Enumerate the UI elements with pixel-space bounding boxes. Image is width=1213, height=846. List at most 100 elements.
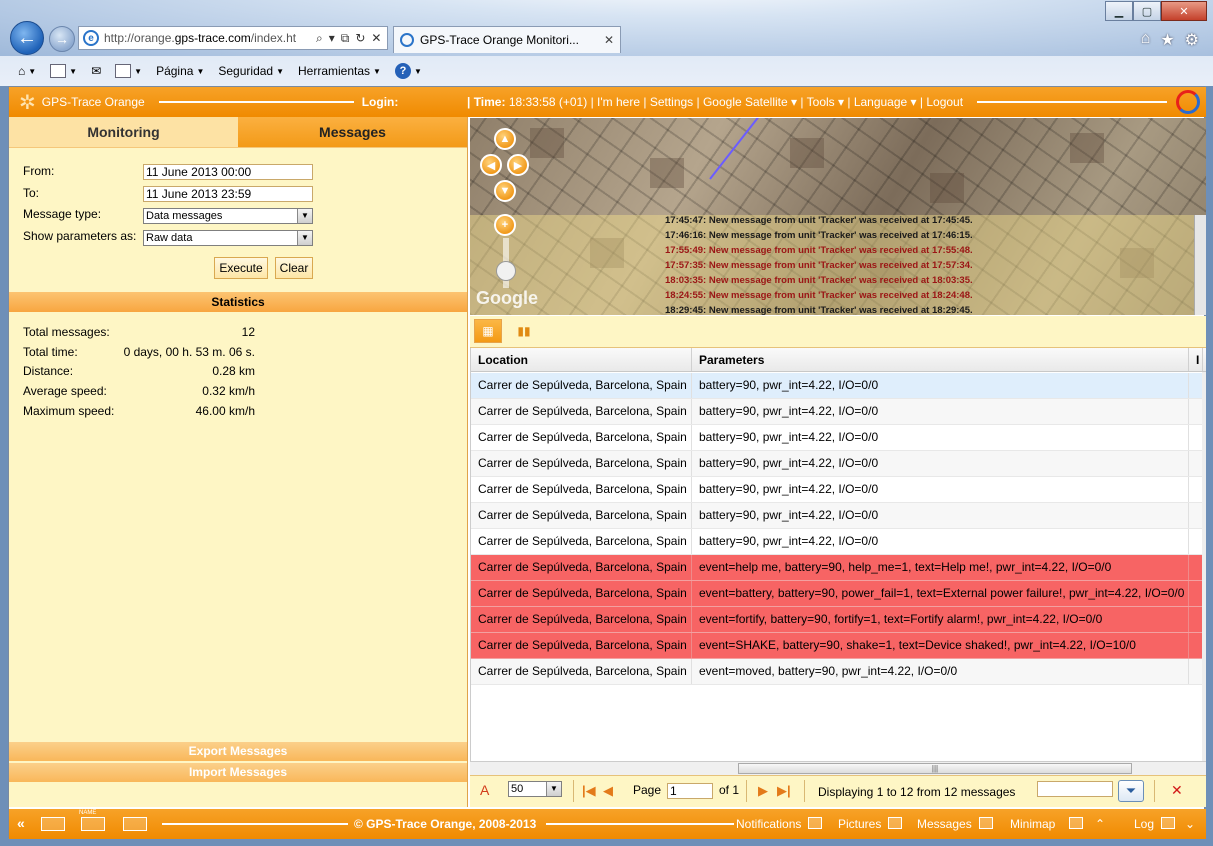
table-row[interactable]: Carrer de Sepúlveda, Barcelona, Spain eve… [471, 659, 1203, 685]
dropdown-icon[interactable]: ▾ [329, 31, 335, 46]
tab-favicon [400, 33, 414, 47]
to-input[interactable]: 11 June 2013 23:59 [143, 186, 313, 202]
column-location[interactable]: Location [471, 348, 692, 371]
next-page-icon[interactable]: ▶ [758, 783, 768, 799]
from-label: From: [23, 164, 55, 178]
cell-more [1189, 425, 1203, 450]
zoom-slider-handle[interactable] [496, 261, 516, 281]
table-row[interactable]: Carrer de Sepúlveda, Barcelona, Spain bat… [471, 425, 1203, 451]
log-icon[interactable] [1161, 817, 1175, 829]
pan-right-icon[interactable]: ▶ [507, 154, 529, 176]
home-icon[interactable]: ⌂ [1141, 30, 1151, 50]
maximize-button[interactable]: ▢ [1133, 1, 1161, 21]
favorites-icon[interactable]: ★ [1160, 30, 1174, 50]
settings-gear-icon[interactable]: ⚙ [1185, 30, 1199, 50]
first-page-icon[interactable]: |◀ [582, 783, 596, 799]
browser-tab[interactable]: GPS-Trace Orange Monitori... ✕ [393, 26, 621, 53]
feeds-menu[interactable]: ▼ [46, 64, 81, 78]
grid-filter-input[interactable] [1037, 781, 1113, 797]
link-minimap[interactable]: Minimap [1010, 817, 1055, 831]
column-parameters[interactable]: Parameters [692, 348, 1189, 371]
address-bar[interactable]: e http://orange.gps-trace.com/index.ht ⌕… [78, 26, 388, 50]
tab-monitoring[interactable]: Monitoring [9, 117, 238, 147]
link-log[interactable]: Log [1134, 817, 1154, 831]
zoom-in-icon[interactable]: + [494, 214, 516, 236]
table-row[interactable]: Carrer de Sepúlveda, Barcelona, Spain eve… [471, 633, 1203, 659]
pictures-icon[interactable] [888, 817, 902, 829]
log-line: 18:29:45: New message from unit 'Tracker… [665, 305, 973, 315]
close-window-button[interactable]: ✕ [1161, 1, 1207, 21]
table-row[interactable]: Carrer de Sepúlveda, Barcelona, Spain bat… [471, 529, 1203, 555]
menu-herramientas[interactable]: Herramientas ▼ [294, 64, 385, 78]
message-type-select[interactable]: Data messages ▼ [143, 208, 313, 224]
link-im-here[interactable]: I'm here [597, 95, 640, 109]
execute-button[interactable]: Execute [214, 257, 268, 279]
forward-button[interactable]: → [49, 26, 75, 52]
show-params-select[interactable]: Raw data ▼ [143, 230, 313, 246]
minimap-icon[interactable] [1069, 817, 1083, 829]
menu-seguridad[interactable]: Seguridad ▼ [214, 64, 288, 78]
notifications-icon[interactable] [808, 817, 822, 829]
print-menu[interactable]: ▼ [111, 64, 146, 78]
table-row[interactable]: Carrer de Sepúlveda, Barcelona, Spain eve… [471, 607, 1203, 633]
compat-view-icon[interactable]: ⧉ [341, 31, 350, 46]
page-size-select[interactable]: 50 ▼ [508, 781, 562, 797]
back-button[interactable]: ← [10, 21, 44, 55]
stop-icon[interactable]: ✕ [371, 31, 381, 46]
link-google-satellite[interactable]: Google Satellite [703, 95, 788, 109]
home-menu[interactable]: ⌂ ▼ [14, 64, 40, 78]
link-language[interactable]: Language [854, 95, 907, 109]
table-row[interactable]: Carrer de Sepúlveda, Barcelona, Spain eve… [471, 555, 1203, 581]
clear-button[interactable]: Clear [275, 257, 313, 279]
mail-menu[interactable]: ✉ [87, 64, 105, 78]
link-settings[interactable]: Settings [650, 95, 693, 109]
import-messages-button[interactable]: Import Messages [9, 763, 467, 782]
table-row[interactable]: Carrer de Sepúlveda, Barcelona, Spain bat… [471, 503, 1203, 529]
link-pictures[interactable]: Pictures [838, 817, 881, 831]
log-scrollbar[interactable] [1194, 215, 1206, 315]
help-menu[interactable]: ? ▼ [391, 63, 426, 79]
font-size-icon[interactable]: A [480, 782, 489, 798]
table-view-icon[interactable]: ▦ [474, 319, 502, 343]
link-notifications[interactable]: Notifications [736, 817, 801, 831]
search-icon[interactable]: ⌕ [316, 31, 323, 46]
scrollbar-thumb[interactable]: ||| [738, 763, 1132, 774]
filter-icon[interactable]: ⏷ [1118, 780, 1144, 802]
table-row[interactable]: Carrer de Sepúlveda, Barcelona, Spain bat… [471, 373, 1203, 399]
last-page-icon[interactable]: ▶| [777, 783, 791, 799]
login-label: Login: [361, 95, 399, 109]
pan-down-icon[interactable]: ▼ [494, 180, 516, 202]
address-url[interactable]: http://orange.gps-trace.com/index.ht [104, 31, 314, 45]
tab-close-icon[interactable]: ✕ [604, 33, 614, 47]
minimize-button[interactable]: ▁ [1105, 1, 1133, 21]
menu-pagina[interactable]: Página ▼ [152, 64, 208, 78]
table-row[interactable]: Carrer de Sepúlveda, Barcelona, Spain bat… [471, 399, 1203, 425]
satellite-map[interactable]: ▲ ◀ ▶ ▼ 17:45:47: New message from unit … [470, 118, 1206, 315]
prev-page-icon[interactable]: ◀ [603, 783, 613, 799]
expand-up-icon[interactable]: ⌃ [1095, 817, 1105, 831]
clear-filter-icon[interactable]: ✕ [1171, 782, 1183, 799]
table-row[interactable]: Carrer de Sepúlveda, Barcelona, Spain bat… [471, 477, 1203, 503]
chart-view-icon[interactable]: ▮▮ [510, 319, 538, 343]
grid-vertical-scrollbar[interactable] [1202, 372, 1206, 761]
table-row[interactable]: Carrer de Sepúlveda, Barcelona, Spain bat… [471, 451, 1203, 477]
grid-horizontal-scrollbar[interactable]: ||| [470, 761, 1206, 775]
messages-mail-icon[interactable] [979, 817, 993, 829]
export-messages-button[interactable]: Export Messages [9, 742, 467, 761]
page-number-input[interactable]: 1 [667, 783, 713, 799]
from-input[interactable]: 11 June 2013 00:00 [143, 164, 313, 180]
link-logout[interactable]: Logout [926, 95, 963, 109]
truck-arrow-icon[interactable] [123, 817, 147, 831]
link-tools[interactable]: Tools [807, 95, 835, 109]
table-row[interactable]: Carrer de Sepúlveda, Barcelona, Spain eve… [471, 581, 1203, 607]
refresh-icon[interactable]: ↻ [355, 31, 365, 46]
truck-icon[interactable] [41, 817, 65, 831]
pan-up-icon[interactable]: ▲ [494, 128, 516, 150]
collapse-down-icon[interactable]: ⌄ [1185, 817, 1195, 831]
truck-name-icon[interactable] [81, 817, 105, 831]
pan-left-icon[interactable]: ◀ [480, 154, 502, 176]
column-more[interactable]: I [1189, 348, 1203, 371]
tab-messages[interactable]: Messages [238, 117, 467, 147]
collapse-double-chevron-icon[interactable]: « [17, 815, 25, 831]
link-messages[interactable]: Messages [917, 817, 972, 831]
